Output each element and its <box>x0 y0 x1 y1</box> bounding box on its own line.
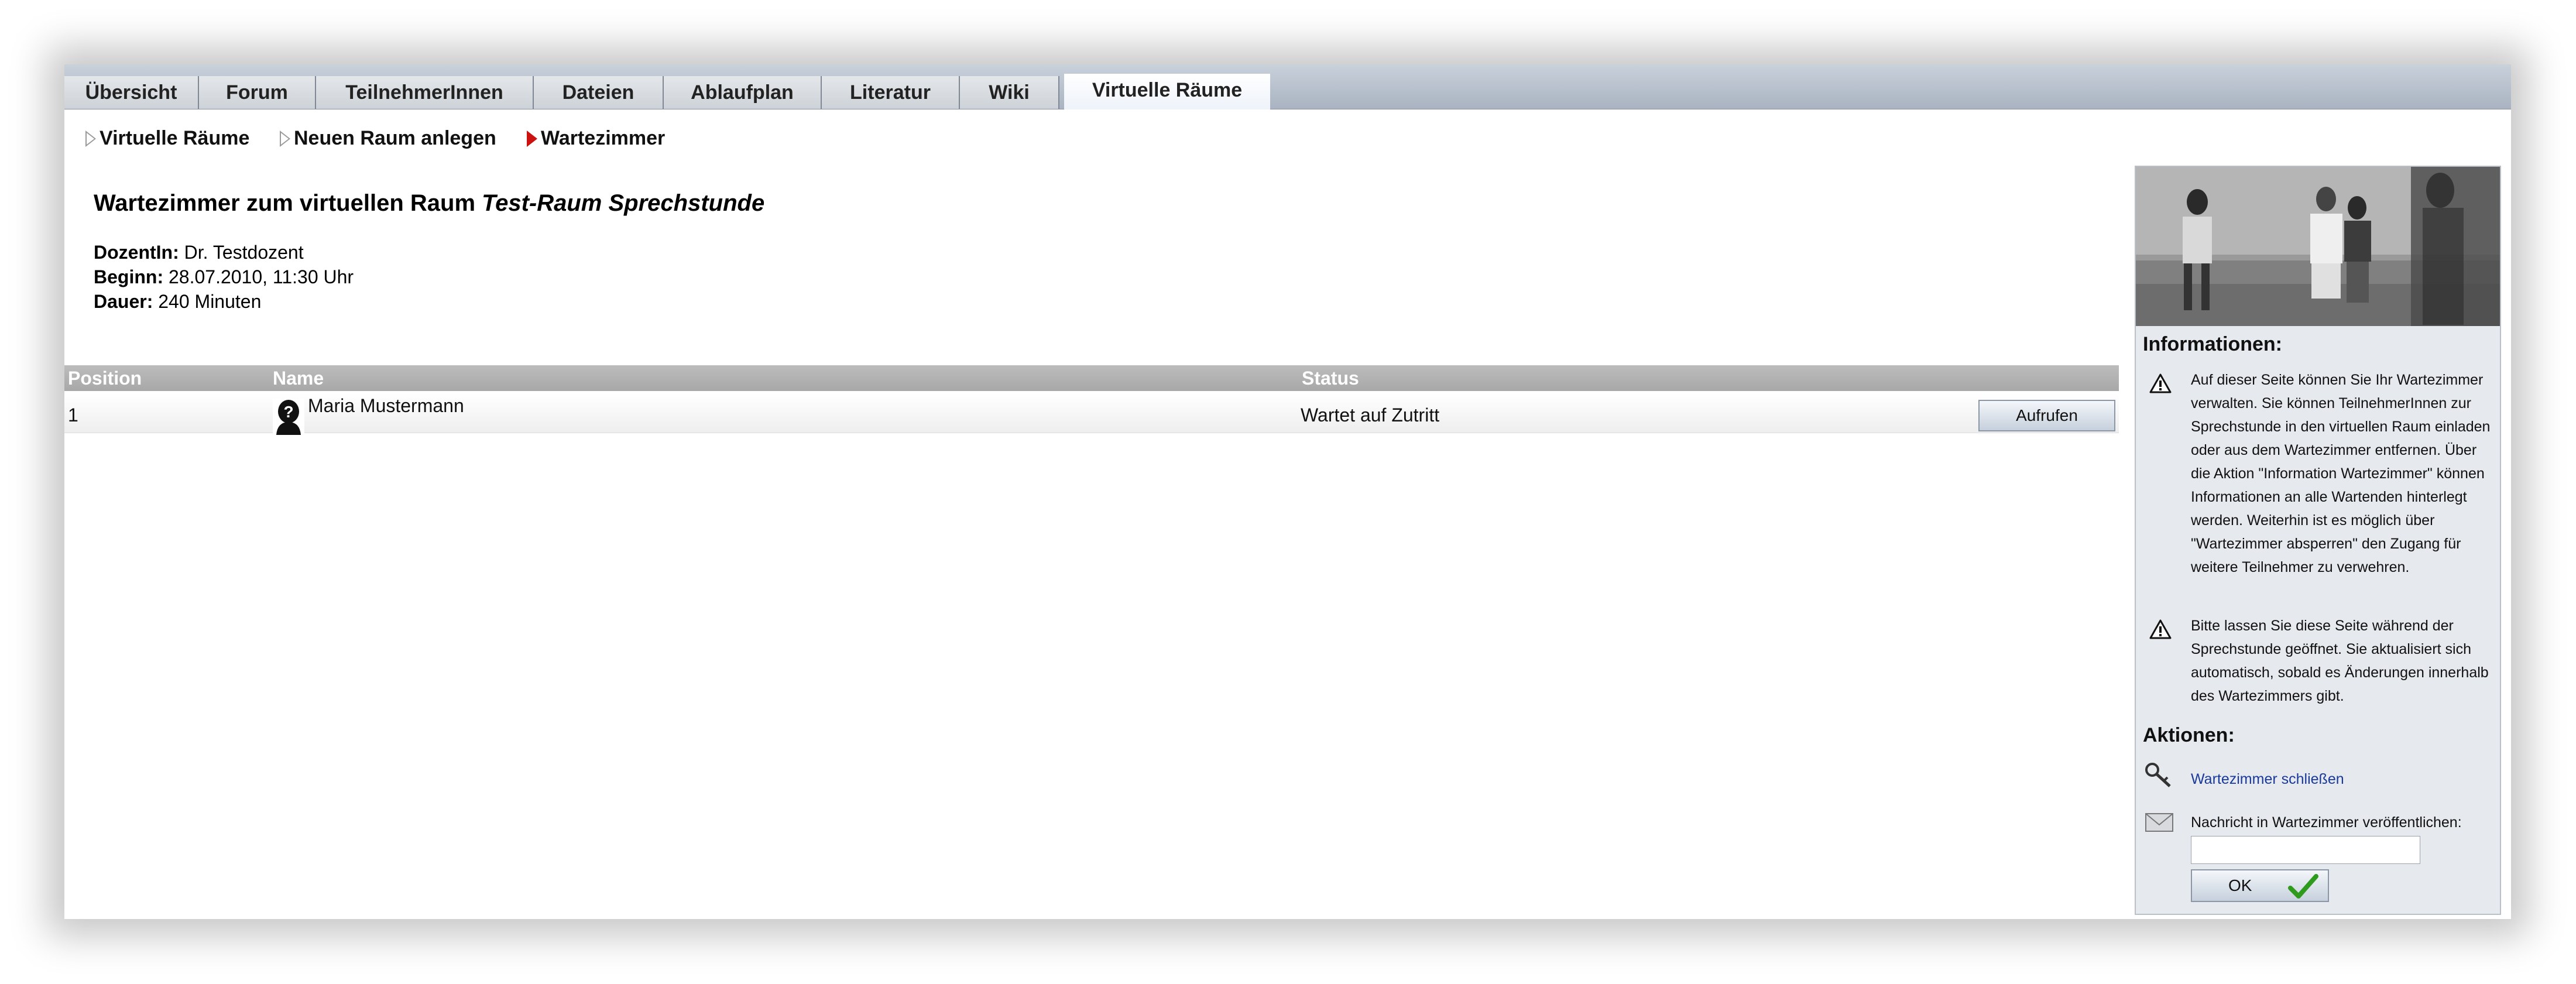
call-in-button[interactable]: Aufrufen <box>1978 400 2115 431</box>
duration-line: Dauer: 240 Minuten <box>94 291 262 312</box>
subnav-waiting-room[interactable]: Wartezimmer <box>527 126 665 150</box>
tab-bar: Übersicht Forum TeilnehmerInnen Dateien … <box>64 64 2511 109</box>
waiting-people-image <box>2136 167 2500 326</box>
checkmark-icon <box>2288 874 2318 899</box>
triangle-right-active-icon <box>527 131 537 147</box>
triangle-right-icon <box>85 131 96 147</box>
info-text-manage: Auf dieser Seite können Sie Ihr Wartezim… <box>2191 372 2491 575</box>
tab-forum[interactable]: Forum <box>199 76 316 109</box>
table-row: 1 ? Maria Mustermann Wartet auf Zutritt … <box>64 394 2119 435</box>
close-waiting-room-link[interactable]: Wartezimmer schließen <box>2191 771 2344 788</box>
page-title: Wartezimmer zum virtuellen Raum Test-Rau… <box>94 190 765 216</box>
svg-text:?: ? <box>283 403 293 421</box>
tab-overview[interactable]: Übersicht <box>64 76 199 109</box>
lecturer-line: DozentIn: Dr. Testdozent <box>94 242 304 263</box>
column-header-status: Status <box>1302 368 1359 389</box>
ok-button[interactable]: OK <box>2191 869 2329 902</box>
tab-virtual-rooms[interactable]: Virtuelle Räume <box>1064 74 1270 109</box>
warning-icon <box>2149 619 2172 639</box>
subnav-new-room[interactable]: Neuen Raum anlegen <box>280 126 496 150</box>
app-window: Übersicht Forum TeilnehmerInnen Dateien … <box>64 64 2511 919</box>
info-heading: Informationen: <box>2143 333 2282 355</box>
key-icon <box>2145 763 2171 787</box>
tab-schedule[interactable]: Ablaufplan <box>664 76 822 109</box>
actions-heading: Aktionen: <box>2143 724 2235 746</box>
info-text-keep-open: Bitte lassen Sie diese Seite während der… <box>2191 618 2489 704</box>
message-input[interactable] <box>2191 836 2420 864</box>
column-header-name: Name <box>273 368 324 389</box>
room-name: Test-Raum Sprechstunde <box>482 190 765 216</box>
info-sidebar: Informationen: Auf dieser Seite können S… <box>2135 166 2501 915</box>
table-header: Position Name Status <box>64 365 2119 391</box>
avatar-icon: ? <box>273 399 304 435</box>
tab-wiki[interactable]: Wiki <box>960 76 1059 109</box>
tab-participants[interactable]: TeilnehmerInnen <box>316 76 534 109</box>
cell-position: 1 <box>68 404 78 426</box>
tab-files[interactable]: Dateien <box>534 76 664 109</box>
tab-literature[interactable]: Literatur <box>822 76 960 109</box>
warning-icon <box>2149 373 2172 393</box>
sidebar-header-image <box>2136 167 2500 326</box>
sub-navigation: Virtuelle Räume Neuen Raum anlegen Warte… <box>64 109 2131 167</box>
cell-name: Maria Mustermann <box>308 395 464 416</box>
room-details: DozentIn: Dr. Testdozent Beginn: 28.07.2… <box>94 240 354 314</box>
column-header-position: Position <box>68 368 142 389</box>
triangle-right-icon <box>280 131 290 147</box>
envelope-icon <box>2145 813 2173 832</box>
start-line: Beginn: 28.07.2010, 11:30 Uhr <box>94 266 354 287</box>
subnav-virtual-rooms[interactable]: Virtuelle Räume <box>85 126 249 150</box>
message-label: Nachricht in Wartezimmer veröffentlichen… <box>2191 814 2462 831</box>
cell-status: Wartet auf Zutritt <box>1301 404 1440 426</box>
